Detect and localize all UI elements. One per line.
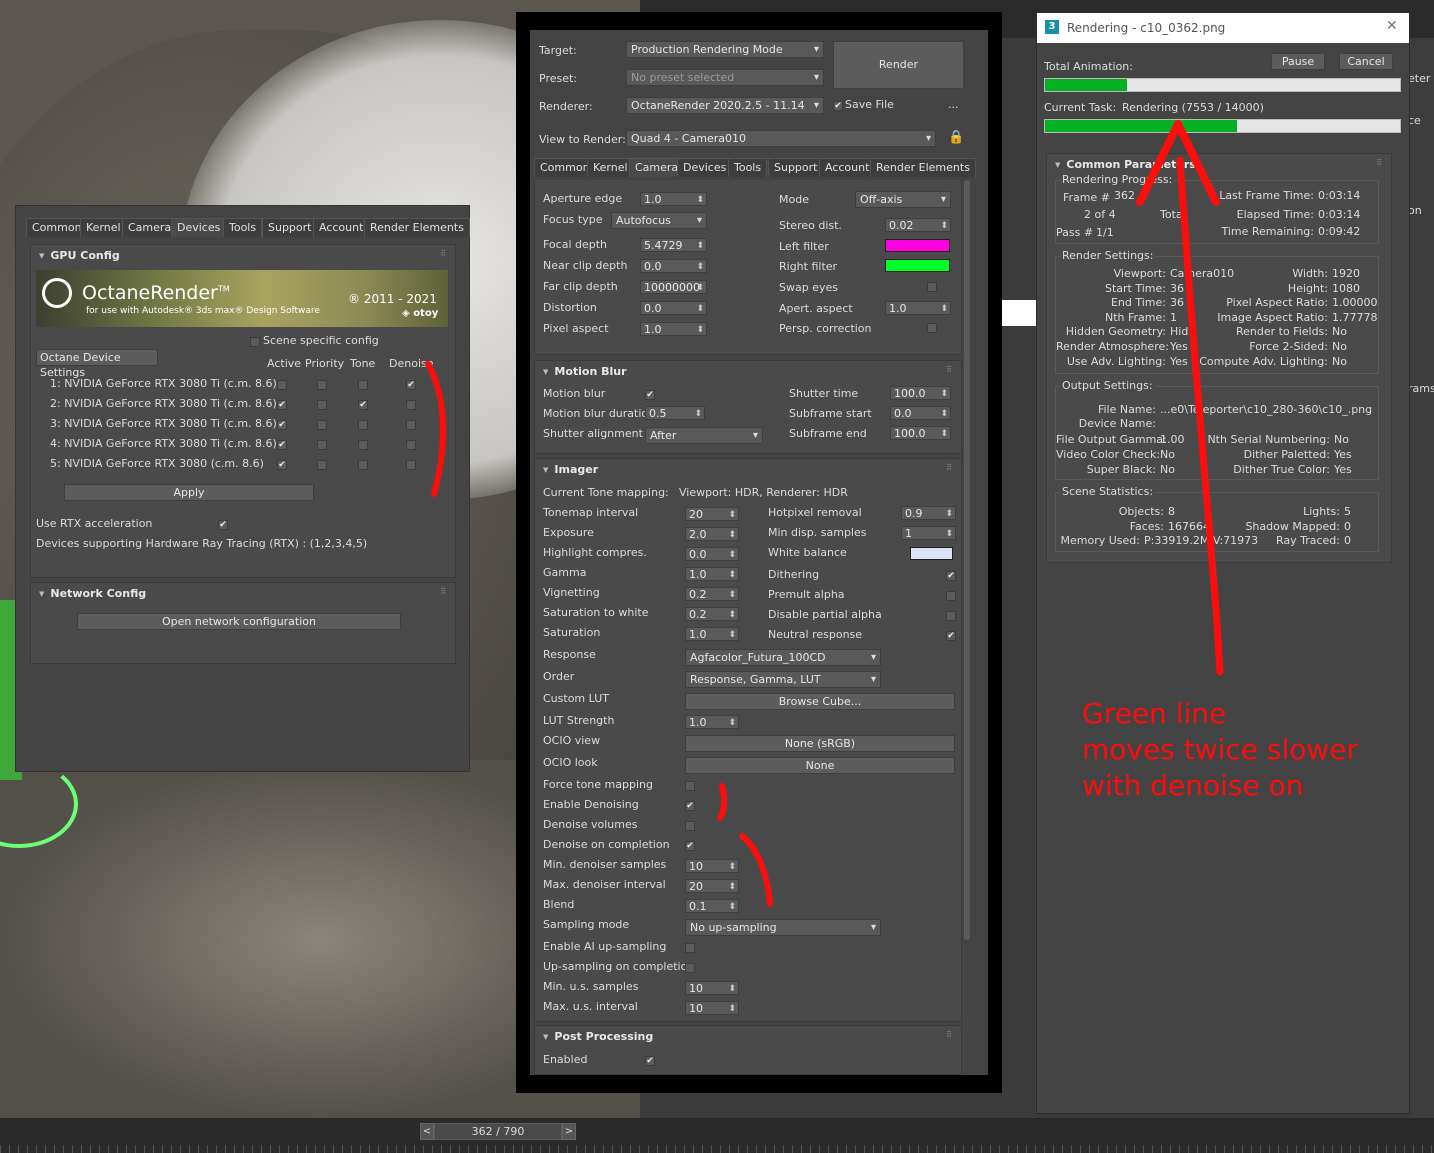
annotation-stroke-denoise-column: [425, 361, 446, 497]
annotation-line-2: moves twice slower: [1082, 733, 1359, 766]
annotation-stroke-denoiser-settings: [739, 833, 773, 907]
annotation-line-1: Green line: [1082, 697, 1227, 730]
annotation-overlay: [425, 120, 1224, 907]
annotation-stroke-enable-denoising: [717, 783, 728, 821]
annotation-line-3: with denoise on: [1082, 769, 1304, 802]
annotation-arrow-shaft: [1176, 156, 1224, 676]
